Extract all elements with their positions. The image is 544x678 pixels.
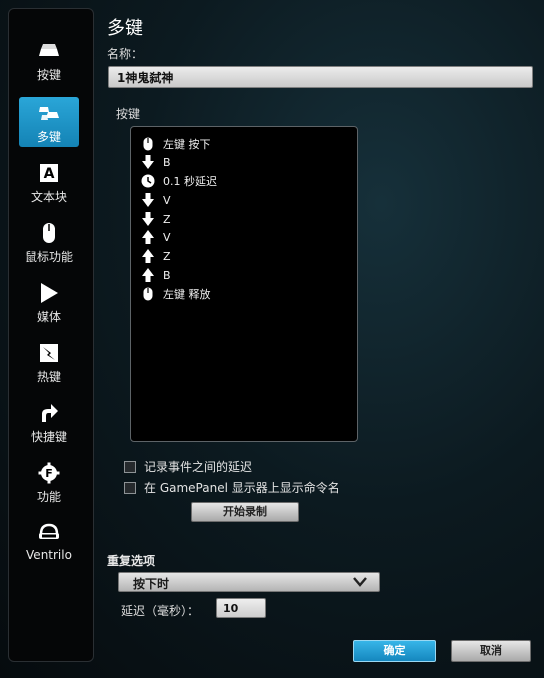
sidebar-item-mouse[interactable]: 鼠标功能 (19, 217, 79, 267)
key-step-text: 左键 按下 (163, 138, 211, 151)
repeat-options-label: 重复选项 (107, 554, 156, 568)
record-delay-checkbox[interactable] (124, 460, 136, 473)
sidebar-item-label: 功能 (36, 490, 61, 504)
list-item[interactable]: V (141, 191, 171, 209)
hotkey-icon (37, 341, 61, 365)
headset-icon (37, 521, 61, 545)
sidebar-item-label: 媒体 (36, 310, 61, 324)
key-step-text: Z (163, 249, 171, 263)
list-item[interactable]: Z (141, 210, 171, 228)
sidebar-item-label: 热键 (36, 370, 61, 384)
arrow-down-icon (141, 155, 155, 169)
key-step-text: V (163, 193, 171, 207)
show-name-option: 在 GamePanel 显示器上显示命令名 (124, 479, 340, 496)
sidebar: 按键 多键 A 文本块 鼠标功能 媒体 热键 快捷键 F 功能 Ventrilo (8, 8, 94, 662)
show-name-label: 在 GamePanel 显示器上显示命令名 (144, 481, 340, 495)
name-label: 名称： (107, 47, 144, 61)
delay-label: 延迟（毫秒）： (121, 604, 200, 618)
key-step-text: 左键 释放 (163, 288, 211, 301)
sidebar-item-label: 鼠标功能 (24, 250, 73, 264)
list-item[interactable]: V (141, 228, 171, 246)
arrow-up-icon (141, 268, 155, 282)
record-delay-option: 记录事件之间的延迟 (124, 458, 252, 475)
list-item[interactable]: B (141, 266, 171, 284)
ok-button[interactable]: 确定 (353, 640, 436, 662)
key-step-text: Z (163, 212, 171, 226)
arrow-up-icon (141, 230, 155, 244)
mouse-icon (141, 137, 155, 151)
sidebar-item-label: Ventrilo (26, 548, 72, 562)
arrow-up-icon (141, 249, 155, 263)
start-record-button[interactable]: 开始录制 (191, 502, 299, 522)
arrow-down-icon (141, 212, 155, 226)
list-item[interactable]: Z (141, 247, 171, 265)
list-item[interactable]: 0.1 秒延迟 (141, 172, 217, 190)
function-gear-icon: F (37, 461, 61, 485)
sidebar-item-ventrilo[interactable]: Ventrilo (19, 517, 79, 567)
sidebar-item-keystroke[interactable]: 按键 (19, 35, 79, 85)
play-icon (37, 281, 61, 305)
clock-icon (141, 174, 155, 188)
sidebar-item-label: 按键 (36, 68, 61, 82)
keys-label: 按键 (116, 107, 141, 121)
text-block-icon: A (37, 161, 61, 185)
sidebar-item-shortcut[interactable]: 快捷键 (19, 397, 79, 447)
multi-key-icon (37, 101, 61, 125)
chevron-down-icon (353, 576, 367, 590)
arrow-down-icon (141, 193, 155, 207)
mouse-icon (141, 287, 155, 301)
sidebar-item-textblock[interactable]: A 文本块 (19, 157, 79, 207)
list-item[interactable]: B (141, 153, 171, 171)
svg-text:A: A (44, 166, 55, 182)
repeat-select[interactable]: 按下时 (118, 572, 380, 592)
shortcut-arrow-icon (37, 401, 61, 425)
mouse-icon (37, 221, 61, 245)
sidebar-item-label: 快捷键 (30, 430, 67, 444)
sidebar-item-function[interactable]: F 功能 (19, 457, 79, 507)
svg-text:F: F (45, 467, 53, 480)
sidebar-item-label: 多键 (36, 130, 61, 144)
page-title: 多键 (107, 18, 143, 39)
cancel-button[interactable]: 取消 (451, 640, 531, 662)
record-delay-label: 记录事件之间的延迟 (144, 460, 253, 474)
sidebar-item-media[interactable]: 媒体 (19, 277, 79, 327)
key-step-text: V (163, 230, 171, 244)
name-input[interactable] (108, 66, 533, 88)
key-step-text: 0.1 秒延迟 (163, 175, 217, 188)
keys-list[interactable]: 左键 按下 B 0.1 秒延迟 V Z V Z B 左键 释放 (130, 126, 358, 442)
list-item[interactable]: 左键 按下 (141, 135, 211, 153)
key-step-text: B (163, 268, 171, 282)
keycap-icon (37, 39, 61, 63)
list-item[interactable]: 左键 释放 (141, 285, 211, 303)
sidebar-item-multikey[interactable]: 多键 (19, 97, 79, 147)
show-name-checkbox[interactable] (124, 481, 136, 494)
delay-input[interactable] (216, 598, 266, 618)
key-step-text: B (163, 155, 171, 169)
sidebar-item-hotkey[interactable]: 热键 (19, 337, 79, 387)
repeat-select-value: 按下时 (133, 577, 170, 591)
sidebar-item-label: 文本块 (30, 190, 67, 204)
